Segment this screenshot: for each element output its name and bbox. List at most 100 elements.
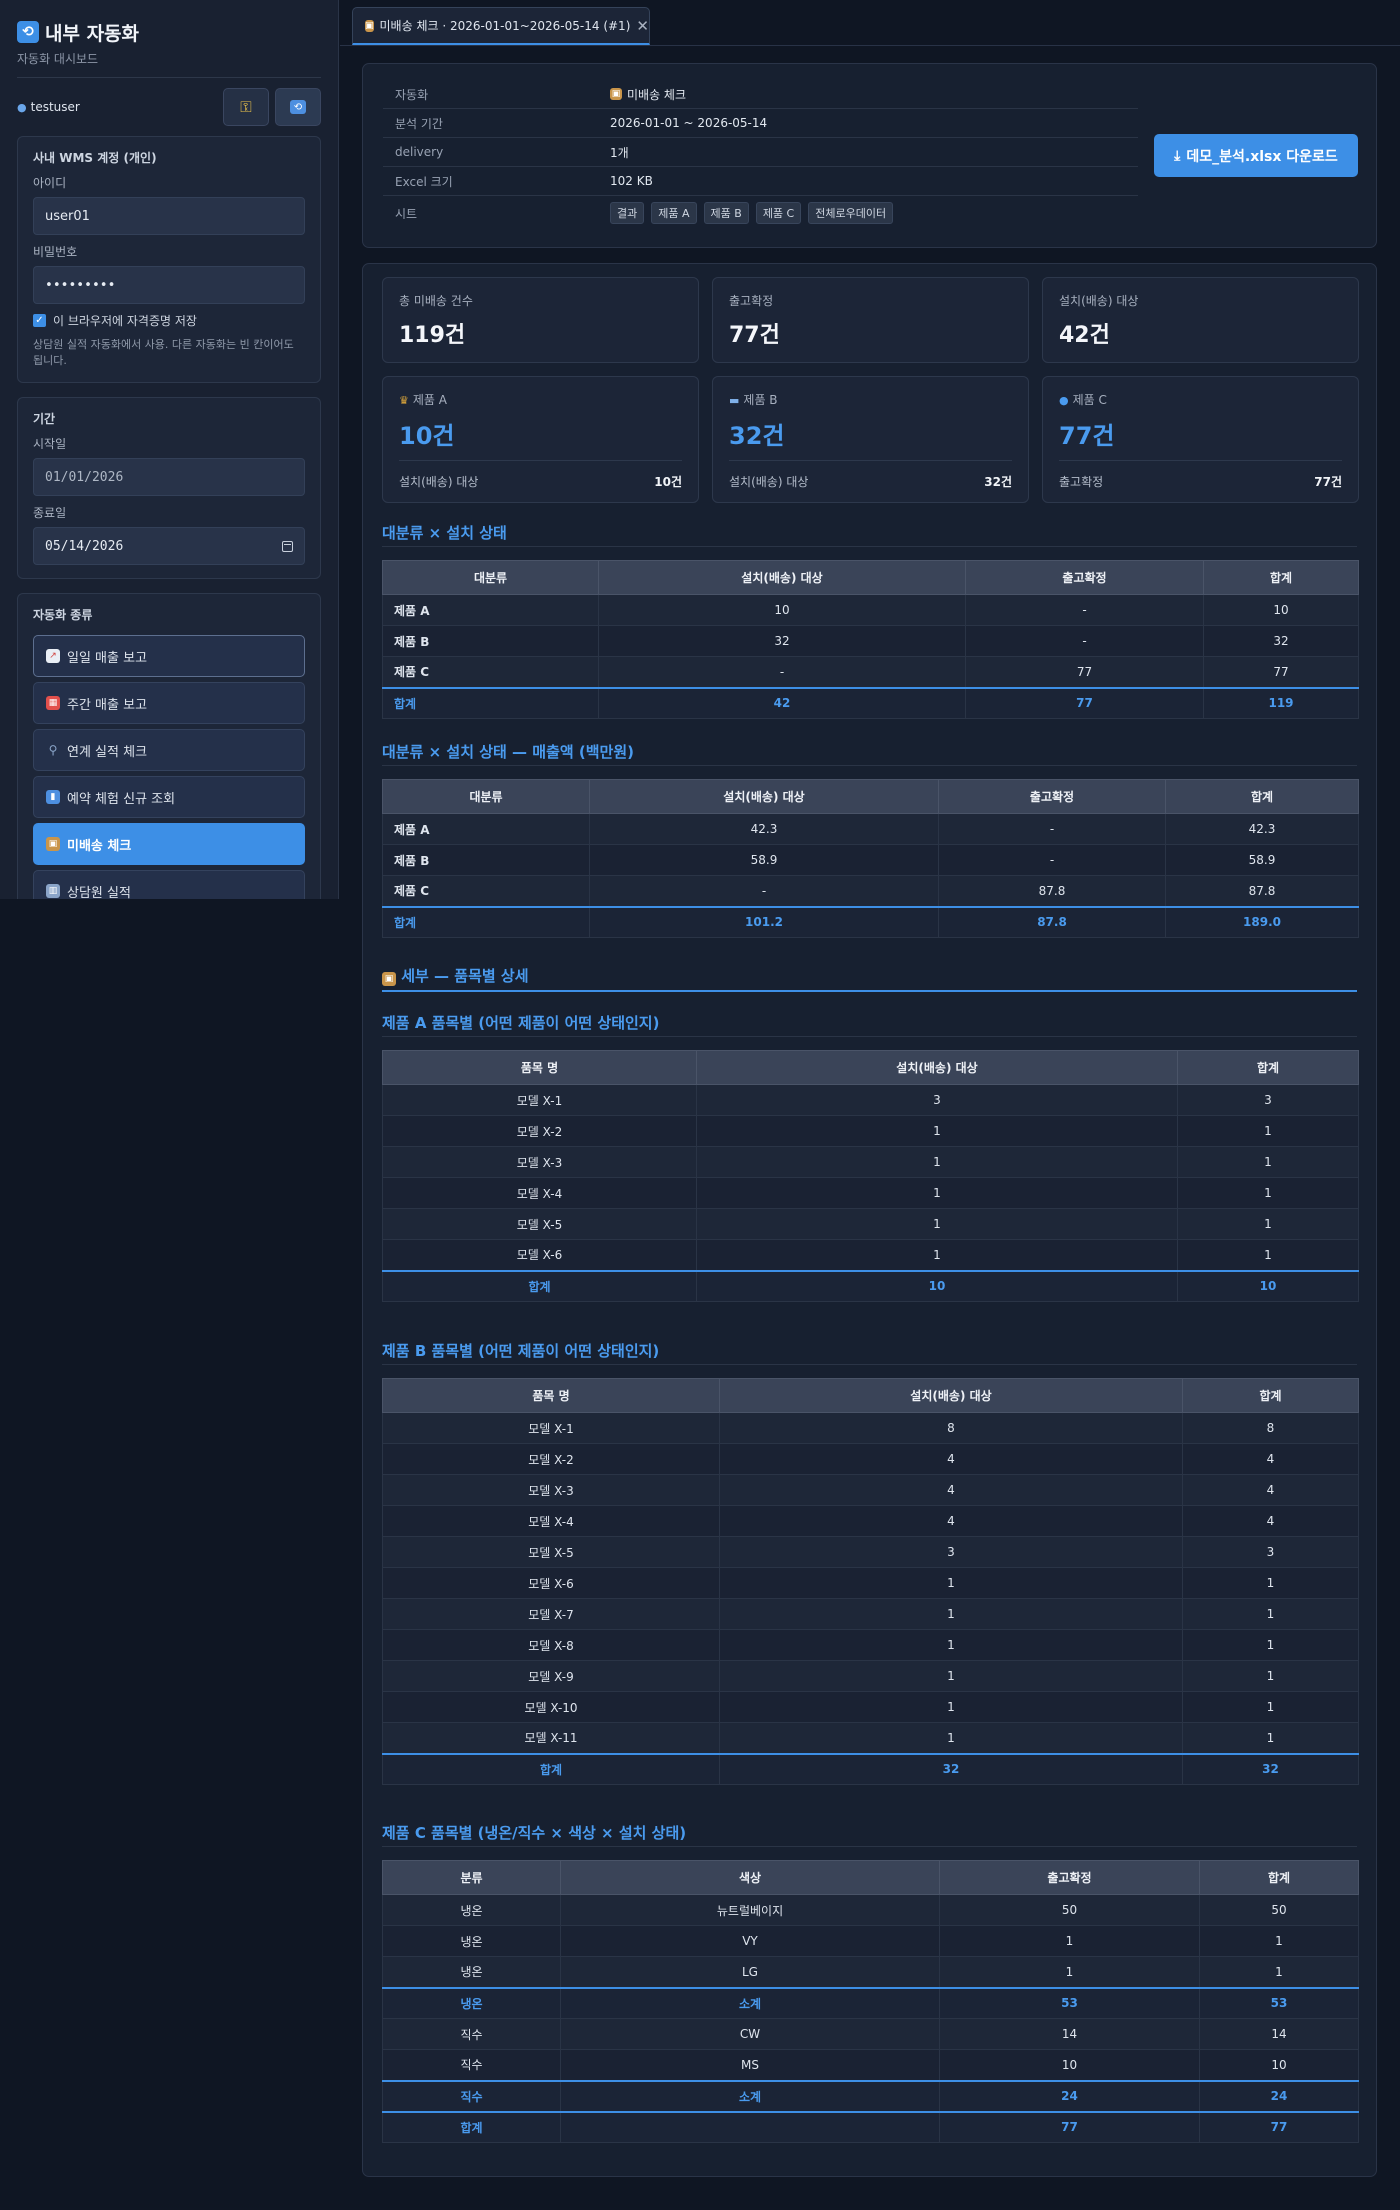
automation-daily-sales[interactable]: ↗ 일일 매출 보고 [33, 635, 305, 677]
cell: 77 [939, 2110, 1200, 2143]
cell: 4 [1182, 1505, 1359, 1537]
download-icon: ⤓ [1174, 147, 1181, 164]
stat-install: 설치(배송) 대상 42건 [1042, 277, 1359, 363]
table-row: 제품 B 58.9-58.9 [382, 844, 1359, 876]
automation-linked-check[interactable]: ⚲ 연계 실적 체크 [33, 729, 305, 771]
cell: 모델 X-2 [382, 1443, 720, 1475]
remember-checkbox[interactable]: ✓ [33, 314, 46, 327]
stat-value: 32건 [729, 422, 785, 450]
cell: 4 [719, 1443, 1183, 1475]
cell: 3 [719, 1536, 1183, 1568]
automation-weekly-sales[interactable]: ▦ 주간 매출 보고 [33, 682, 305, 724]
sheet-tag: 제품 B [703, 202, 749, 224]
cell: 1 [939, 1925, 1200, 1957]
automation-title: 자동화 종류 [33, 608, 93, 622]
stat-label: 제품 C [1072, 393, 1107, 407]
col-header: 품목 명 [382, 1378, 720, 1413]
table-row: 제품 C -87.8 87.8 [382, 875, 1359, 907]
sub-label: 설치(배송) 대상 [729, 475, 809, 489]
table-row: 모델 X-3 1 1 [382, 1146, 1359, 1178]
cell: 1 [1199, 1925, 1359, 1957]
subtotal-row: 직수 소계 24 24 [382, 2079, 1359, 2112]
cell: 제품 B [382, 625, 599, 657]
cell: 4 [719, 1474, 1183, 1506]
sub-value: 32건 [984, 475, 1012, 489]
stat-sub: 출고확정 77건 [1059, 460, 1342, 502]
cell: 42.3 [1165, 813, 1359, 845]
sheet-list: 결과 제품 A 제품 B 제품 C 전체로우데이터 [610, 202, 895, 224]
cell: 합계 [382, 1269, 697, 1302]
table-row: 모델 X-3 4 4 [382, 1474, 1359, 1506]
table-row: 제품 B 32-32 [382, 625, 1359, 657]
sub-value: 77건 [1314, 475, 1342, 489]
sub-value: 10건 [654, 475, 682, 489]
id-input[interactable]: user01 [33, 197, 305, 235]
key-button[interactable]: ⚿ [223, 88, 269, 126]
cell: CW [560, 2018, 940, 2050]
cell: 1 [1177, 1239, 1359, 1271]
stat-label: 제품 B [743, 393, 778, 407]
info-key: 자동화 [395, 87, 429, 102]
cell: 58.9 [589, 844, 939, 876]
info-row: Excel 크기 102 KB [383, 167, 1138, 196]
cell: 제품 A [382, 594, 599, 626]
download-button[interactable]: ⤓ 데모_분석.xlsx 다운로드 [1154, 134, 1358, 177]
refresh-button[interactable]: ⟲ [275, 88, 321, 126]
cell: 제품 C [382, 875, 590, 907]
end-date-label: 종료일 [33, 506, 67, 520]
info-value: 1개 [610, 145, 629, 160]
stat-label: 출고확정 [729, 294, 774, 308]
cell: 53 [939, 1986, 1200, 2019]
magnifier-icon: ⚲ [48, 743, 58, 757]
cell: 87.8 [938, 875, 1166, 907]
calendar-picker-icon[interactable] [282, 540, 293, 552]
close-icon[interactable]: ✕ [636, 17, 649, 35]
cell: 냉온 [382, 1925, 561, 1957]
section-title: 제품 B 품목별 (어떤 제품이 어떤 상태인지) [382, 1340, 1357, 1365]
automation-undelivered[interactable]: ▣ 미배송 체크 [33, 823, 305, 865]
table-row: 모델 X-7 1 1 [382, 1598, 1359, 1630]
table-row: 제품 C -77 77 [382, 656, 1359, 688]
stat-label: 설치(배송) 대상 [1059, 294, 1139, 308]
col-header: 출고확정 [965, 560, 1204, 595]
cell: 냉온 [382, 1956, 561, 1988]
cell: 1 [1182, 1691, 1359, 1723]
cell: 1 [696, 1177, 1178, 1209]
table-row: 모델 X-9 1 1 [382, 1660, 1359, 1692]
detail-section-title: ▣ 세부 — 품목별 상세 [382, 965, 1357, 992]
cell: - [965, 625, 1204, 657]
remember-row[interactable]: ✓ 이 브라우저에 자격증명 저장 [33, 312, 305, 329]
refresh-logo-icon: ⟲ [17, 21, 39, 43]
info-key: Excel 크기 [395, 174, 453, 189]
end-date-input[interactable]: 05/14/2026 [33, 527, 305, 565]
cell: 1 [1177, 1208, 1359, 1240]
sheet-tag: 결과 [610, 202, 645, 224]
cell: 1 [1182, 1629, 1359, 1661]
cell: 모델 X-1 [382, 1084, 697, 1116]
cell: 1 [696, 1239, 1178, 1271]
table-row: 모델 X-5 3 3 [382, 1536, 1359, 1568]
start-date-input[interactable]: 01/01/2026 [33, 458, 305, 496]
cell: 1 [719, 1598, 1183, 1630]
bed-icon: ▬ [729, 394, 740, 407]
table-row: 모델 X-2 4 4 [382, 1443, 1359, 1475]
cell: 32 [1182, 1752, 1359, 1785]
automation-agent-performance[interactable]: ▥ 상담원 실적 [33, 870, 305, 899]
password-input[interactable]: ••••••••• [33, 266, 305, 304]
cell: 77 [965, 656, 1204, 688]
cell: 모델 X-9 [382, 1660, 720, 1692]
cell: 냉온 [382, 1986, 561, 2019]
cell: 냉온 [382, 1894, 561, 1926]
automation-reservation[interactable]: ▮ 예약 체험 신규 조회 [33, 776, 305, 818]
app-title-text: 내부 자동화 [45, 22, 140, 45]
automation-label: 미배송 체크 [67, 838, 132, 854]
category-revenue-table: 대분류 설치(배송) 대상 출고확정 합계 제품 A 42.3-42.3 제품 B… [382, 779, 1359, 938]
total-row: 합계 32 32 [382, 1752, 1359, 1785]
info-key: 시트 [395, 206, 418, 221]
total-row: 합계 42 77 119 [382, 686, 1359, 719]
cell: 제품 B [382, 844, 590, 876]
result-tab[interactable]: ▣ 미배송 체크 · 2026-01-01~2026-05-14 (#1) ✕ [352, 7, 650, 45]
cell: 합계 [382, 686, 599, 719]
cell: - [938, 813, 1166, 845]
total-row: 합계 10 10 [382, 1269, 1359, 1302]
